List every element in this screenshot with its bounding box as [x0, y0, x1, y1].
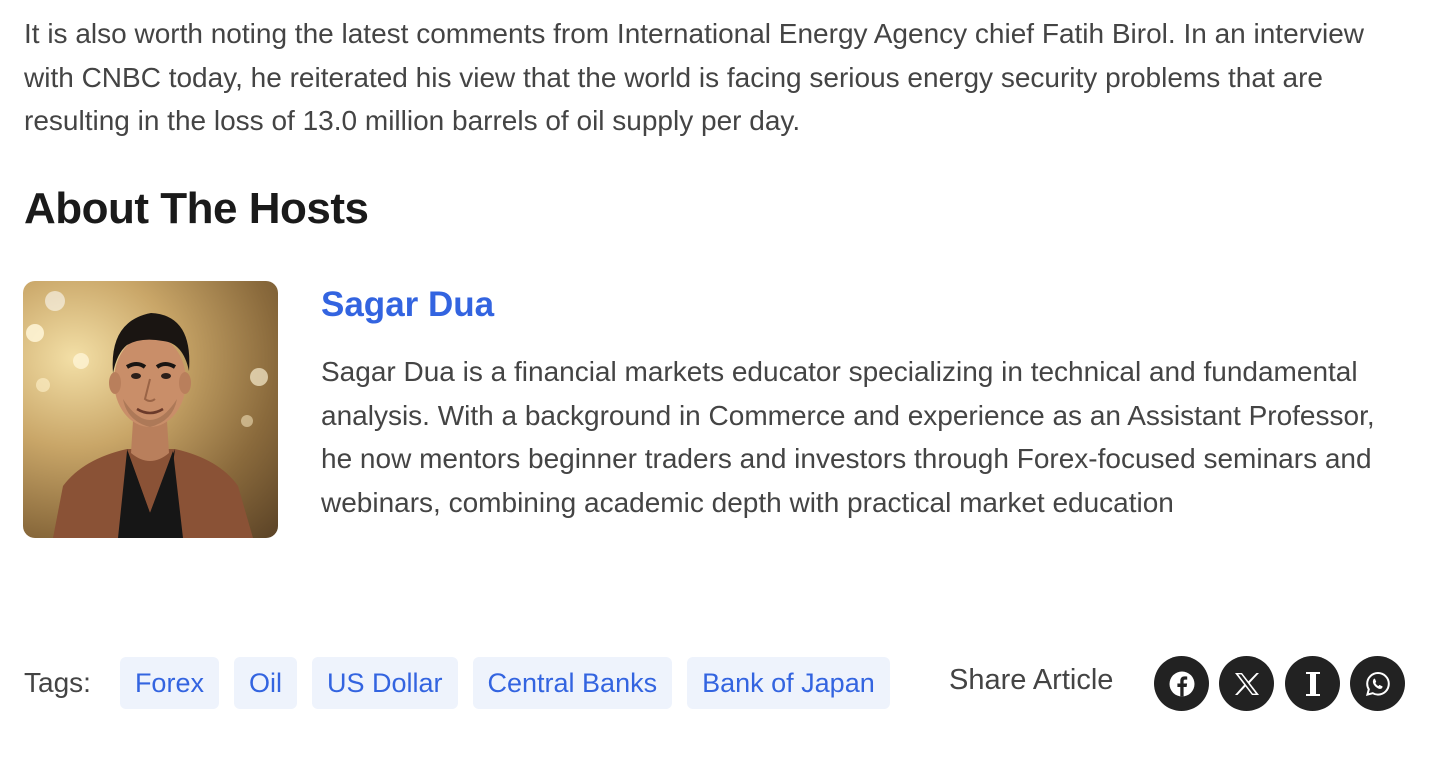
section-title: About The Hosts — [24, 184, 369, 233]
facebook-icon — [1169, 671, 1194, 696]
tag-bank-of-japan[interactable]: Bank of Japan — [687, 657, 890, 709]
tags-label: Tags: — [24, 667, 91, 698]
instapaper-icon — [1305, 671, 1320, 696]
tag-forex[interactable]: Forex — [119, 657, 219, 709]
tag-oil[interactable]: Oil — [233, 657, 297, 709]
share-x-button[interactable] — [1219, 656, 1274, 711]
x-icon — [1234, 672, 1259, 695]
share-whatsapp-button[interactable] — [1350, 656, 1405, 711]
article-paragraph: It is also worth noting the latest comme… — [24, 18, 1364, 136]
host-name-link[interactable]: Sagar Dua — [321, 285, 494, 325]
whatsapp-icon — [1365, 671, 1390, 696]
share-facebook-button[interactable] — [1154, 656, 1209, 711]
tag-us-dollar[interactable]: US Dollar — [311, 657, 458, 709]
share-label: Share Article — [949, 664, 1114, 696]
host-portrait — [26, 291, 268, 538]
tag-central-banks[interactable]: Central Banks — [472, 657, 673, 709]
share-instapaper-button[interactable] — [1285, 656, 1340, 711]
tags-row: Tags: Forex Oil US Dollar Central Banks … — [24, 657, 905, 709]
host-bio: Sagar Dua is a financial markets educato… — [321, 356, 1375, 518]
host-photo — [23, 281, 278, 538]
